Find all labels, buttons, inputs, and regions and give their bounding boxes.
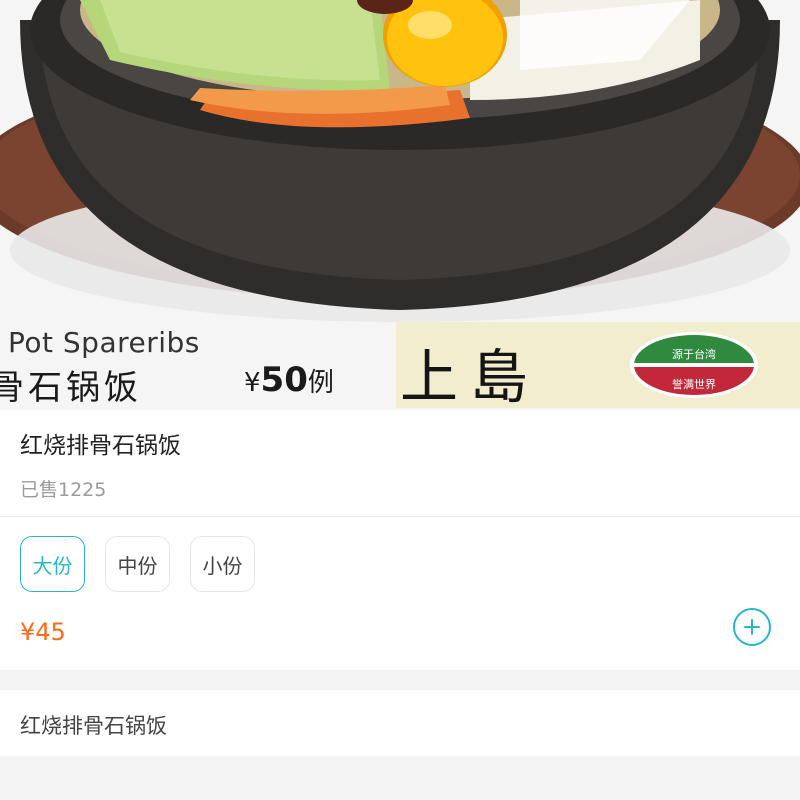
add-to-cart-plus-icon[interactable] <box>733 608 771 646</box>
description-text: 红烧排骨石锅饭 <box>20 714 167 738</box>
divider <box>0 516 800 517</box>
brand-logo-text: 上島 <box>400 343 541 410</box>
banner-price: ¥50例 <box>244 360 334 400</box>
product-image: Pot Spareribs 骨石锅饭 ¥50例 上島 源于台湾 誉满世界 <box>0 0 800 410</box>
seal-top-text: 源于台湾 <box>672 348 716 361</box>
sold-count: 已售1225 <box>20 479 107 501</box>
brand-seal-logo: 源于台湾 誉满世界 <box>628 330 760 400</box>
banner-price-value: 50 <box>260 360 308 400</box>
product-price: ¥45 <box>20 618 66 646</box>
banner-english-text: Pot Spareribs <box>8 326 200 359</box>
banner-price-symbol: ¥ <box>244 368 261 398</box>
seal-bottom-text: 誉满世界 <box>672 378 716 391</box>
spec-option-small[interactable]: 小份 <box>190 536 255 592</box>
spec-option-medium[interactable]: 中份 <box>105 536 170 592</box>
product-title: 红烧排骨石锅饭 <box>20 433 181 459</box>
spec-option-large[interactable]: 大份 <box>20 536 85 592</box>
banner-price-unit: 例 <box>307 368 334 398</box>
banner-chinese-text: 骨石锅饭 <box>0 368 142 408</box>
